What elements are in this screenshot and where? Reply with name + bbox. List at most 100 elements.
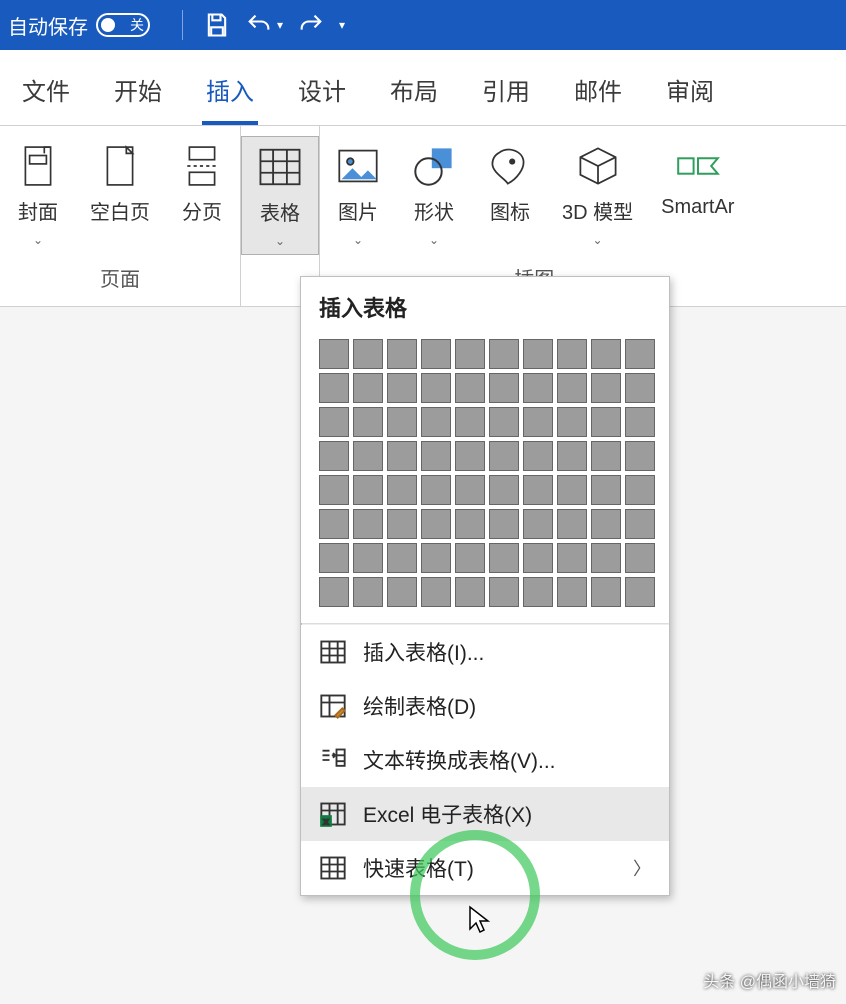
grid-cell[interactable] [353, 407, 383, 437]
undo-group[interactable]: ▾ [245, 11, 283, 39]
grid-cell[interactable] [625, 543, 655, 573]
grid-cell[interactable] [591, 373, 621, 403]
grid-cell[interactable] [625, 407, 655, 437]
shapes-button[interactable]: 形状 ⌄ [396, 136, 472, 253]
tab-references[interactable]: 引用 [478, 62, 534, 125]
grid-cell[interactable] [455, 339, 485, 369]
grid-cell[interactable] [353, 373, 383, 403]
chevron-down-icon[interactable]: ▾ [339, 18, 345, 32]
grid-cell[interactable] [319, 339, 349, 369]
grid-cell[interactable] [489, 441, 519, 471]
grid-cell[interactable] [455, 475, 485, 505]
menu-quick-tables[interactable]: 快速表格(T) 〉 [301, 841, 669, 895]
grid-cell[interactable] [591, 509, 621, 539]
grid-cell[interactable] [387, 441, 417, 471]
grid-cell[interactable] [353, 543, 383, 573]
table-grid-picker[interactable] [301, 333, 669, 623]
grid-cell[interactable] [387, 373, 417, 403]
grid-cell[interactable] [319, 407, 349, 437]
grid-cell[interactable] [387, 509, 417, 539]
grid-cell[interactable] [591, 407, 621, 437]
menu-draw-table[interactable]: 绘制表格(D) [301, 679, 669, 733]
grid-cell[interactable] [523, 475, 553, 505]
grid-cell[interactable] [591, 577, 621, 607]
grid-cell[interactable] [387, 475, 417, 505]
grid-cell[interactable] [625, 339, 655, 369]
grid-cell[interactable] [421, 373, 451, 403]
pictures-button[interactable]: 图片 ⌄ [320, 136, 396, 253]
grid-cell[interactable] [489, 543, 519, 573]
tab-insert[interactable]: 插入 [202, 62, 258, 125]
grid-cell[interactable] [489, 577, 519, 607]
grid-cell[interactable] [625, 441, 655, 471]
tab-layout[interactable]: 布局 [386, 62, 442, 125]
table-button[interactable]: 表格 ⌄ [241, 136, 319, 255]
smartart-button[interactable]: SmartAr [647, 136, 748, 253]
menu-insert-table[interactable]: 插入表格(I)... [301, 625, 669, 679]
grid-cell[interactable] [353, 509, 383, 539]
grid-cell[interactable] [421, 339, 451, 369]
grid-cell[interactable] [421, 543, 451, 573]
grid-cell[interactable] [523, 339, 553, 369]
grid-cell[interactable] [489, 509, 519, 539]
tab-design[interactable]: 设计 [294, 62, 350, 125]
grid-cell[interactable] [421, 509, 451, 539]
menu-convert-text[interactable]: 文本转换成表格(V)... [301, 733, 669, 787]
grid-cell[interactable] [557, 543, 587, 573]
grid-cell[interactable] [353, 339, 383, 369]
grid-cell[interactable] [353, 441, 383, 471]
grid-cell[interactable] [489, 407, 519, 437]
grid-cell[interactable] [523, 577, 553, 607]
grid-cell[interactable] [557, 577, 587, 607]
grid-cell[interactable] [591, 475, 621, 505]
grid-cell[interactable] [625, 373, 655, 403]
page-break-button[interactable]: 分页 [164, 136, 240, 253]
grid-cell[interactable] [489, 373, 519, 403]
grid-cell[interactable] [625, 509, 655, 539]
grid-cell[interactable] [455, 441, 485, 471]
grid-cell[interactable] [625, 577, 655, 607]
grid-cell[interactable] [387, 543, 417, 573]
grid-cell[interactable] [591, 339, 621, 369]
grid-cell[interactable] [557, 373, 587, 403]
grid-cell[interactable] [319, 441, 349, 471]
grid-cell[interactable] [489, 475, 519, 505]
3d-models-button[interactable]: 3D 模型 ⌄ [548, 136, 647, 253]
grid-cell[interactable] [353, 475, 383, 505]
grid-cell[interactable] [625, 475, 655, 505]
grid-cell[interactable] [523, 373, 553, 403]
grid-cell[interactable] [387, 407, 417, 437]
tab-home[interactable]: 开始 [110, 62, 166, 125]
grid-cell[interactable] [557, 475, 587, 505]
grid-cell[interactable] [353, 577, 383, 607]
grid-cell[interactable] [455, 407, 485, 437]
grid-cell[interactable] [489, 339, 519, 369]
grid-cell[interactable] [387, 339, 417, 369]
grid-cell[interactable] [455, 509, 485, 539]
menu-excel-spreadsheet[interactable]: x Excel 电子表格(X) [301, 787, 669, 841]
grid-cell[interactable] [421, 407, 451, 437]
tab-file[interactable]: 文件 [18, 62, 74, 125]
icons-button[interactable]: 图标 [472, 136, 548, 253]
grid-cell[interactable] [523, 407, 553, 437]
grid-cell[interactable] [557, 407, 587, 437]
grid-cell[interactable] [319, 373, 349, 403]
redo-icon[interactable] [297, 11, 325, 39]
grid-cell[interactable] [557, 509, 587, 539]
grid-cell[interactable] [455, 543, 485, 573]
grid-cell[interactable] [557, 339, 587, 369]
cover-page-button[interactable]: 封面 ⌄ [0, 136, 76, 253]
autosave-toggle[interactable]: 关 [96, 13, 150, 37]
grid-cell[interactable] [319, 509, 349, 539]
grid-cell[interactable] [455, 373, 485, 403]
grid-cell[interactable] [319, 475, 349, 505]
grid-cell[interactable] [523, 441, 553, 471]
tab-review[interactable]: 审阅 [662, 62, 718, 125]
save-icon[interactable] [203, 11, 231, 39]
grid-cell[interactable] [421, 475, 451, 505]
grid-cell[interactable] [319, 577, 349, 607]
blank-page-button[interactable]: 空白页 [76, 136, 164, 253]
grid-cell[interactable] [591, 543, 621, 573]
grid-cell[interactable] [387, 577, 417, 607]
grid-cell[interactable] [421, 441, 451, 471]
